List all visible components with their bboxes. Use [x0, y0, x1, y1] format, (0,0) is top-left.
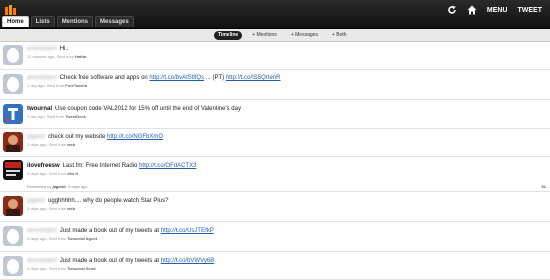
filter-both[interactable]: + Both: [328, 31, 351, 40]
tweet-time: 3 days ago. Sent from: [27, 171, 68, 176]
tweet-time: 2 days ago. Sent from: [27, 142, 68, 147]
default-avatar-icon[interactable]: [3, 226, 23, 246]
filter-mentions[interactable]: + Mentions: [248, 31, 281, 40]
top-bar: Home Lists Mentions Messages MENU TWEET: [0, 0, 550, 29]
tweet-text: Last.fm: Free Internet Radio: [62, 163, 140, 169]
tweet-link[interactable]: http://t.co/bvAtStlfQs: [149, 75, 204, 81]
tweet-link[interactable]: http://t.co/IS5QrIenR: [226, 75, 281, 81]
tweet-time: 3 days ago. Sent from: [27, 206, 68, 211]
tweet-time: 1 day ago. Sent from: [27, 114, 66, 119]
default-avatar-icon[interactable]: [3, 74, 23, 94]
tweet-link[interactable]: http://t.co/OFdACTX3: [139, 163, 196, 169]
tweet-item[interactable]: ilovefreesw Last.fm: Free Internet Radio …: [0, 157, 550, 192]
tweet-item[interactable]: arvindnair0 Check free software and apps …: [0, 70, 550, 100]
user-photo-avatar[interactable]: [3, 132, 23, 152]
tweet-item[interactable]: arvindnair0 Just made a book out of my tw…: [0, 222, 550, 252]
tweet-username[interactable]: jagarib: [27, 198, 45, 204]
tweet-source: Hatita: [75, 54, 87, 59]
default-avatar-icon[interactable]: [3, 256, 23, 276]
default-avatar-icon[interactable]: [3, 45, 23, 65]
filter-messages[interactable]: + Messages: [287, 31, 322, 40]
tweet-time: 4 days ago. Sent from: [27, 266, 68, 271]
tweet-username[interactable]: arvindnair0: [27, 258, 57, 264]
twournal-avatar-icon[interactable]: [3, 104, 23, 124]
tweet-username[interactable]: arvindnair0: [27, 46, 57, 52]
tweet-link[interactable]: http://t.co/NGFbXmO: [107, 134, 163, 140]
tweet-text: Hi..: [59, 46, 69, 52]
tweet-item[interactable]: jagarib check out my website http://t.co/…: [0, 129, 550, 157]
tweet-source: TweetDeck: [65, 114, 86, 119]
filter-bar: Timeline + Mentions + Messages + Both: [0, 29, 550, 42]
tweet-text: Use coupon code VAL2012 for 15% off unti…: [55, 106, 241, 112]
tweet-username[interactable]: jagarib: [27, 134, 45, 140]
tweet-item[interactable]: arvindnair0 Just made a book out of my tw…: [0, 252, 550, 280]
tweet-time: 12 minutes ago. Sent from: [27, 54, 76, 59]
tab-home[interactable]: Home: [2, 16, 29, 27]
retweeter-name[interactable]: jagarib: [53, 184, 66, 189]
tweet-text-mid: ... (PT): [204, 75, 226, 81]
tweet-link[interactable]: http://t.co/bVWVy6B: [161, 258, 214, 264]
user-photo-avatar[interactable]: [3, 196, 23, 216]
tweet-username[interactable]: ilovefreesw: [27, 163, 60, 169]
refresh-icon[interactable]: [447, 5, 457, 15]
tab-lists[interactable]: Lists: [30, 16, 55, 27]
tweet-link[interactable]: http://t.co/UsJTEfkP: [161, 228, 214, 234]
tweet-time: 4 days ago. Sent from: [27, 236, 68, 241]
tweet-text: Just made a book out of my tweets at: [59, 258, 161, 264]
tweet-item[interactable]: arvindnair0 Hi.. 12 minutes ago. Sent fro…: [0, 42, 550, 70]
tweet-text: check out my website: [48, 134, 108, 140]
main-tabs: Home Lists Mentions Messages: [2, 16, 134, 28]
tab-mentions[interactable]: Mentions: [56, 16, 94, 27]
timeline: arvindnair0 Hi.. 12 minutes ago. Sent fro…: [0, 42, 550, 280]
tweet-text: Check free software and apps on: [59, 75, 150, 81]
retweet-count: 51: [541, 184, 546, 189]
filter-timeline[interactable]: Timeline: [214, 31, 243, 40]
tweet-source: web: [67, 142, 76, 147]
ilovefreesw-avatar-icon[interactable]: [3, 160, 23, 180]
tweet-source: web: [67, 206, 76, 211]
tweet-text: Just made a book out of my tweets at: [59, 228, 161, 234]
tweet-source: Twournal Agent: [67, 236, 98, 241]
tweet-button[interactable]: TWEET: [518, 7, 543, 14]
tweet-source: dlvr.it: [67, 171, 78, 176]
tweet-source: Twournal Send: [67, 266, 96, 271]
tweet-item[interactable]: jagarib ugghhhhh.... why do people watch …: [0, 192, 550, 222]
retweet-info: Retweeted by jagarib, 3 days ago: [27, 184, 88, 189]
menu-button[interactable]: MENU: [487, 7, 508, 14]
tweet-username[interactable]: arvindnair0: [27, 75, 57, 81]
tweet-item[interactable]: twournal Use coupon code VAL2012 for 15% …: [0, 100, 550, 129]
tweet-text: ugghhhhh.... why do people watch Star Pl…: [48, 198, 169, 204]
tweet-time: 1 day ago. Sent from: [27, 83, 66, 88]
home-icon[interactable]: [467, 5, 477, 15]
top-right-controls: MENU TWEET: [447, 5, 542, 15]
tweet-username[interactable]: arvindnair0: [27, 228, 57, 234]
tweet-source: FreeTweeta: [65, 83, 87, 88]
tab-messages[interactable]: Messages: [95, 16, 134, 27]
tweet-username[interactable]: twournal: [27, 106, 52, 112]
